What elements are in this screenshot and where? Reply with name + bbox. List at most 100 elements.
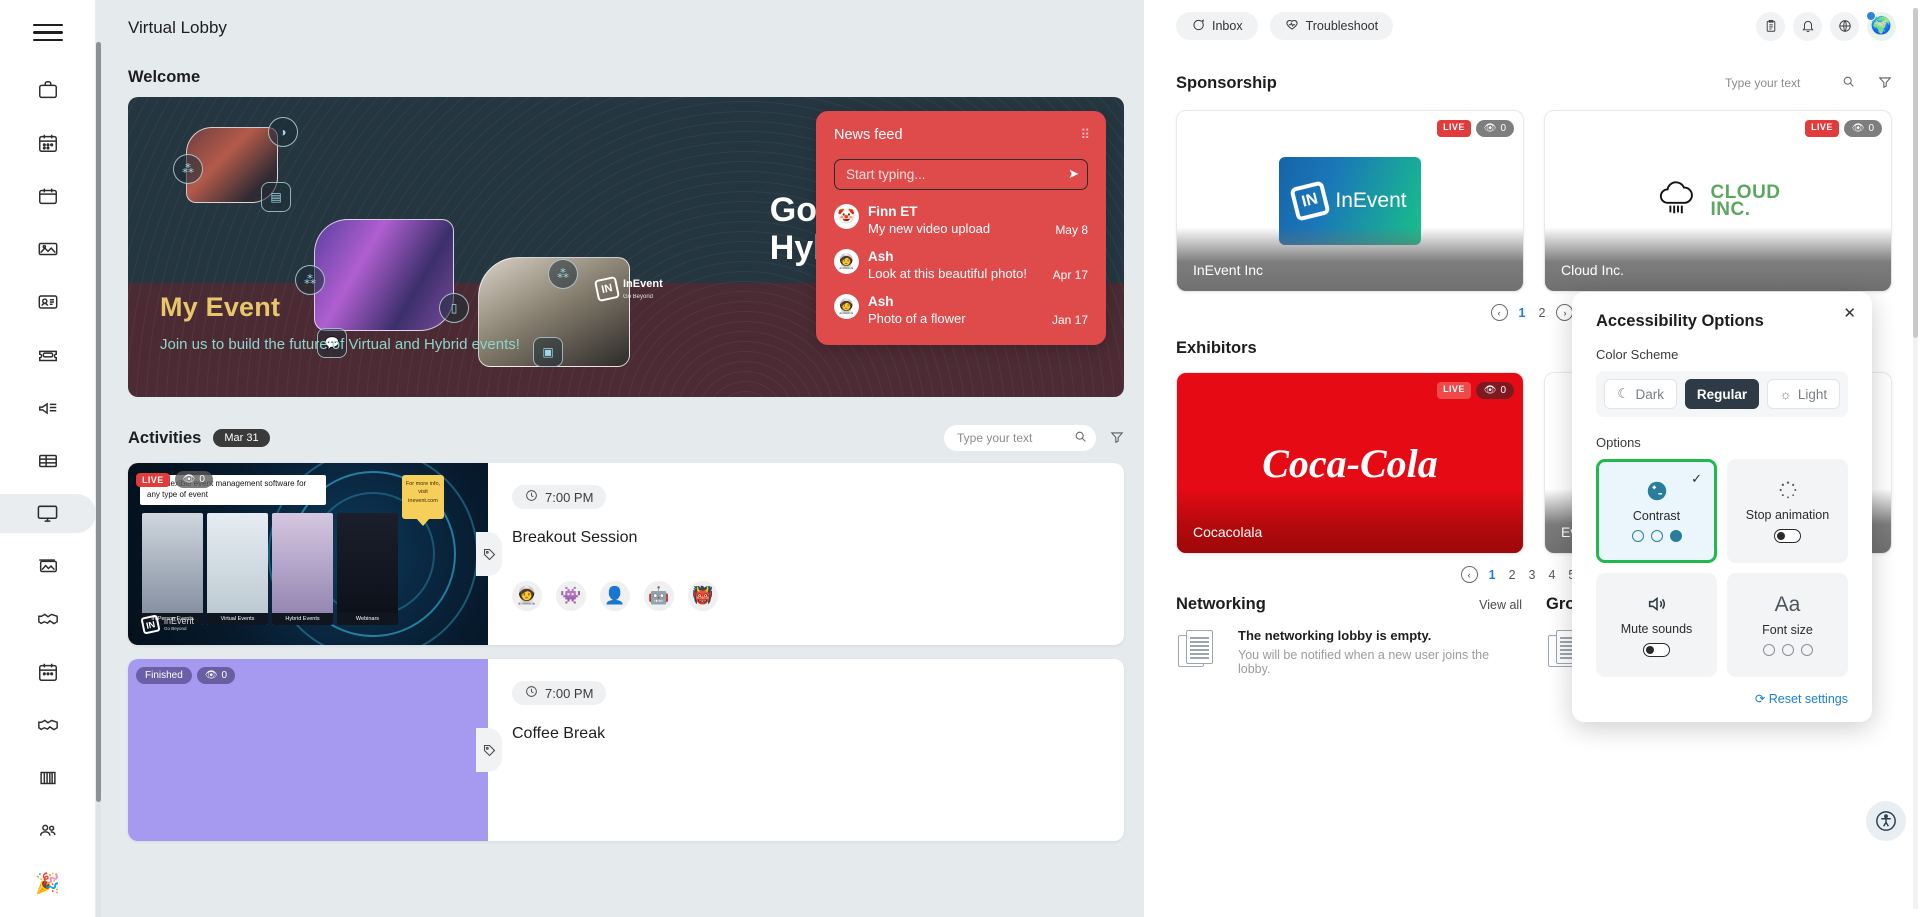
networking-empty-state: The networking lobby is empty. You will … [1176, 614, 1522, 676]
sidebar-item-reports[interactable] [17, 758, 79, 797]
mute-sounds-toggle[interactable] [1643, 643, 1670, 657]
status-badge: LIVE [136, 472, 170, 487]
sidebar-item-briefcase[interactable] [17, 71, 79, 110]
news-feed-post[interactable]: 🧑‍🚀 Ash Look at this beautiful photo! Ap… [834, 249, 1088, 282]
search-icon[interactable] [1842, 75, 1855, 91]
option-contrast[interactable]: ✓ Contrast [1596, 459, 1717, 563]
chevron-left-icon[interactable]: ‹ [1460, 566, 1478, 583]
sidebar-item-sponsors[interactable] [17, 600, 79, 639]
chevron-right-icon[interactable]: › [1556, 304, 1574, 321]
news-feed-input[interactable] [834, 159, 1088, 190]
avatar[interactable]: 🌍 [1866, 10, 1896, 41]
view-all-link[interactable]: View all [1479, 598, 1522, 612]
accessibility-icon[interactable] [1866, 801, 1906, 841]
contrast-dot-1[interactable] [1631, 530, 1644, 542]
activity-tag-button[interactable] [476, 728, 502, 772]
sidebar-item-gallery[interactable] [17, 547, 79, 586]
hero-brand-name: InEvent [623, 277, 663, 290]
activity-brand-sub: Go Beyond [164, 625, 187, 631]
sidebar-item-calendar[interactable] [17, 124, 79, 163]
filter-icon[interactable] [1878, 75, 1892, 92]
news-feed-post[interactable]: 🧑‍🚀 Ash Photo of a flower Jan 17 [834, 294, 1088, 327]
hero-banner[interactable]: ◑ ⁂ ▤ ⁂ 💬 ▯ ⁂ ▣ Go Hyb IN InEvent Go Bey… [128, 97, 1124, 397]
page-number[interactable]: 1 [1487, 568, 1498, 582]
accessibility-options-grid: ✓ Contrast Stop animation Mute sounds Aa… [1596, 459, 1848, 677]
scheme-dark-button[interactable]: ☾ Dark [1604, 379, 1678, 409]
topbar-actions: 🌍 [1756, 10, 1896, 41]
avatar[interactable]: 👹 [688, 581, 718, 611]
sidebar-item-celebration[interactable]: 🎉 [17, 864, 79, 903]
hero-badge-screen-icon: ▣ [533, 337, 563, 367]
font-size-dot-2[interactable] [1781, 644, 1794, 656]
search-icon[interactable] [1074, 430, 1087, 446]
filter-icon[interactable] [1110, 430, 1124, 447]
activity-card[interactable]: Most flexible event management software … [128, 463, 1124, 645]
right-scrollbar-thumb[interactable] [1913, 8, 1918, 338]
avatar[interactable]: 👤 [600, 581, 630, 611]
sidebar-item-virtual-lobby[interactable] [0, 494, 96, 533]
option-font-size[interactable]: Aa Font size [1727, 573, 1848, 677]
activity-card[interactable]: Finished 👁 0 7:00 PM Coffee Break [128, 659, 1124, 841]
post-date: Apr 17 [1052, 268, 1088, 282]
accessibility-options-panel: ✕ Accessibility Options Color Scheme ☾ D… [1572, 292, 1872, 722]
reset-settings-label: Reset settings [1768, 692, 1848, 706]
page-number[interactable]: 2 [1507, 568, 1518, 582]
font-size-dot-1[interactable] [1762, 644, 1775, 656]
activities-search[interactable] [944, 425, 1096, 451]
post-date: Jan 17 [1051, 313, 1088, 327]
card-status-tags: LIVE 👁 0 [1805, 120, 1882, 137]
scheme-light-button[interactable]: ☼ Light [1766, 379, 1840, 409]
sponsor-card[interactable]: LIVE 👁 0 CLOUD INC. Cloud Inc. [1544, 110, 1892, 292]
exhibitor-card[interactable]: LIVE 👁 0 Coca-Cola Cocacolala [1176, 372, 1524, 554]
sponsor-card[interactable]: LIVE 👁 0 IN InEvent InEvent Inc [1176, 110, 1524, 292]
sidebar-item-ticket[interactable] [17, 335, 79, 374]
close-icon[interactable]: ✕ [1843, 306, 1856, 321]
font-size-dot-3[interactable] [1800, 644, 1813, 656]
scheme-light-label: Light [1797, 386, 1828, 402]
activity-tiles: In-Person Events Virtual Events Hybrid E… [142, 513, 398, 625]
chevron-left-icon[interactable]: ‹ [1490, 304, 1508, 321]
avatar[interactable]: 🤖 [644, 581, 674, 611]
sidebar-item-table[interactable] [17, 441, 79, 480]
clipboard-icon[interactable] [1756, 11, 1785, 41]
font-size-dots[interactable] [1762, 644, 1813, 656]
stop-animation-toggle[interactable] [1774, 529, 1801, 543]
sponsorship-header: Sponsorship [1144, 52, 1920, 96]
scheme-regular-label: Regular [1696, 386, 1748, 402]
page-number[interactable]: 4 [1546, 568, 1557, 582]
send-icon[interactable]: ➤ [1068, 166, 1079, 182]
hero-badge-phone-icon: ▯ [439, 293, 469, 323]
hamburger-menu-icon[interactable] [28, 16, 68, 49]
page-number[interactable]: 3 [1527, 568, 1538, 582]
scheme-regular-button[interactable]: Regular [1685, 379, 1759, 409]
option-stop-animation[interactable]: Stop animation [1727, 459, 1848, 563]
middle-scrollbar-thumb[interactable] [96, 42, 101, 802]
drag-handle-icon[interactable]: ⠿ [1080, 127, 1089, 143]
bell-icon[interactable] [1793, 11, 1822, 41]
option-mute-sounds[interactable]: Mute sounds [1596, 573, 1717, 677]
reset-settings-button[interactable]: ⟳ Reset settings [1596, 691, 1848, 706]
contrast-level-dots[interactable] [1631, 530, 1682, 542]
sidebar-item-partners[interactable] [17, 706, 79, 745]
sidebar-item-badge[interactable] [17, 283, 79, 322]
views-badge: 👁 0 [174, 471, 213, 488]
sidebar-item-schedule[interactable] [17, 653, 79, 692]
globe-icon[interactable] [1830, 11, 1859, 41]
contrast-dot-2[interactable] [1650, 530, 1663, 542]
page-number[interactable]: 2 [1537, 306, 1548, 320]
page-number[interactable]: 1 [1517, 306, 1528, 320]
sidebar-item-image[interactable] [17, 230, 79, 269]
sidebar-item-agenda[interactable] [17, 177, 79, 216]
inbox-button[interactable]: Inbox [1176, 12, 1258, 40]
contrast-dot-3[interactable] [1669, 530, 1682, 542]
sponsorship-search[interactable] [1712, 70, 1864, 96]
news-feed-post[interactable]: 🤡 Finn ET My new video upload May 8 [834, 204, 1088, 237]
avatar[interactable]: 🧑‍🚀 [512, 581, 542, 611]
troubleshoot-button[interactable]: Troubleshoot [1269, 12, 1394, 40]
avatar[interactable]: 👾 [556, 581, 586, 611]
options-label: Options [1596, 435, 1641, 450]
activity-tag-button[interactable] [476, 532, 502, 576]
cloud-rain-icon [1655, 179, 1701, 224]
sidebar-item-marketing[interactable] [17, 388, 79, 427]
sidebar-item-people[interactable] [17, 811, 79, 850]
